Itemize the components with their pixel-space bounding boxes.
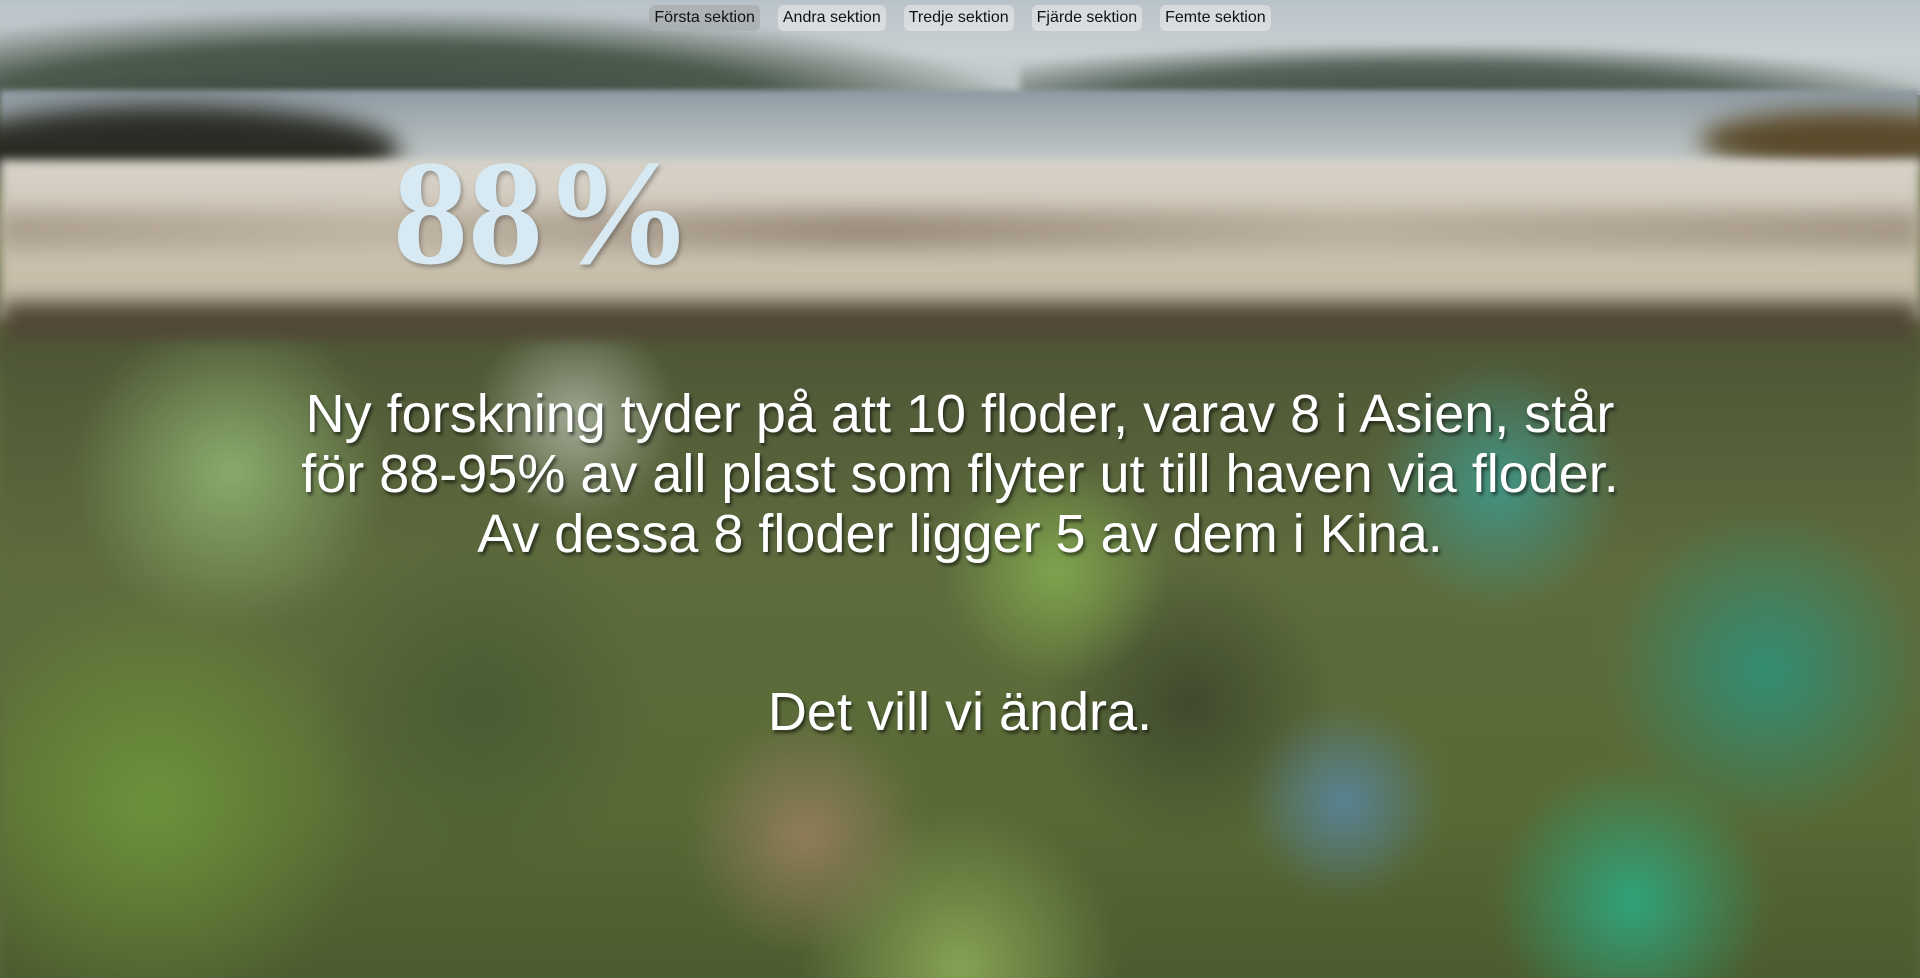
closing-statement: Det vill vi ändra. (767, 682, 1153, 742)
intro-paragraph: Ny forskning tyder på att 10 floder, var… (0, 384, 1920, 564)
nav-button-tredje-sektion[interactable]: Tredje sektion (903, 5, 1014, 31)
intro-line: för 88-95% av all plast som flyter ut ti… (301, 444, 1619, 504)
background-sand-stripe (0, 210, 1920, 250)
intro-line: Ny forskning tyder på att 10 floder, var… (305, 384, 1615, 444)
intro-line: Av dessa 8 floder ligger 5 av dem i Kina… (477, 504, 1443, 564)
nav-button-forsta-sektion[interactable]: Första sektion (649, 5, 760, 31)
section-nav: Första sektion Andra sektion Tredje sekt… (0, 5, 1920, 31)
nav-button-fjarde-sektion[interactable]: Fjärde sektion (1031, 5, 1143, 31)
nav-button-andra-sektion[interactable]: Andra sektion (777, 5, 886, 31)
headline-stat: 88% (393, 130, 693, 296)
nav-button-femte-sektion[interactable]: Femte sektion (1160, 5, 1271, 31)
